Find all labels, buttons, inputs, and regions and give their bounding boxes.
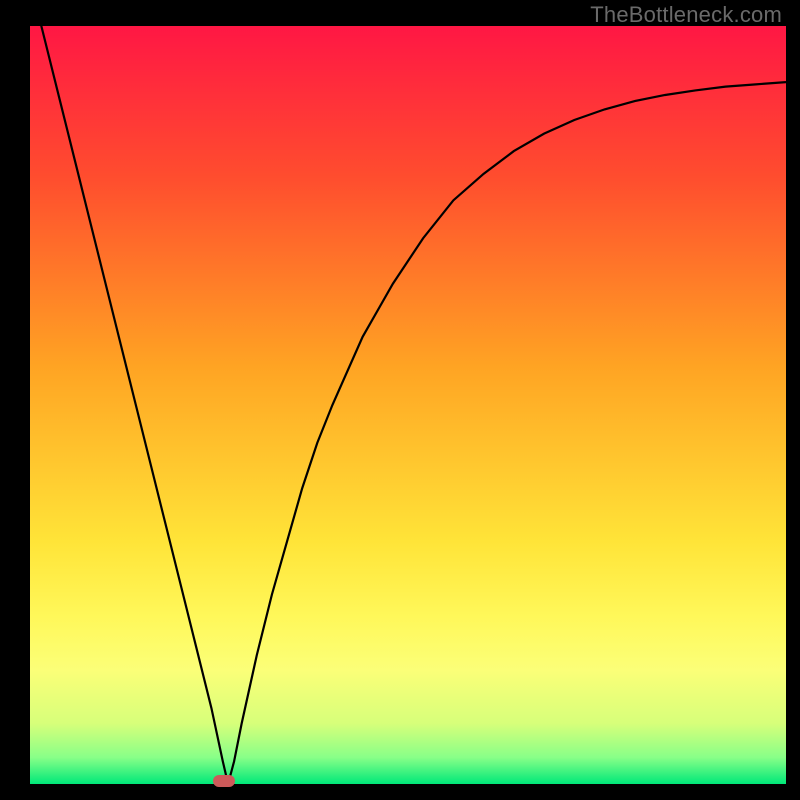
gradient-background: [30, 26, 786, 784]
bottleneck-chart: [0, 0, 800, 800]
optimal-marker: [213, 775, 235, 787]
chart-frame: TheBottleneck.com: [0, 0, 800, 800]
